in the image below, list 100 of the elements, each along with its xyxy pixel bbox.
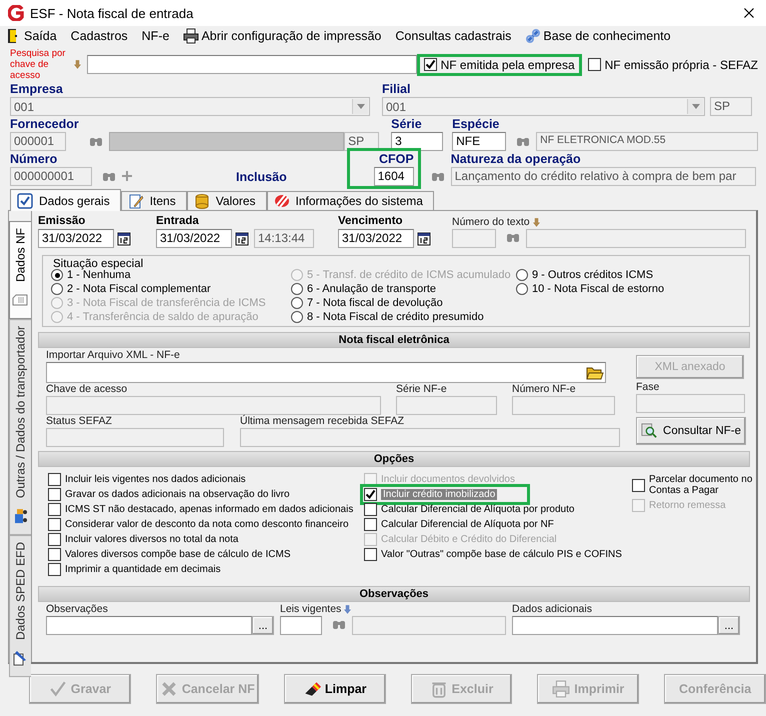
- search-label: Pesquisa por chave de acesso: [10, 48, 66, 81]
- menu-item[interactable]: Consultas cadastrais: [395, 29, 512, 43]
- checkbox-label: ICMS ST não destacado, apenas informado em dados adicionais: [65, 504, 354, 515]
- radio-button[interactable]: [516, 269, 528, 281]
- checkmark-icon: [48, 680, 67, 698]
- date-field[interactable]: 31/03/2022: [38, 229, 114, 248]
- down-arrow-icon: [344, 605, 352, 614]
- printer-icon: [183, 28, 200, 44]
- checkbox-label: Imprimir a quantidade em decimais: [65, 564, 221, 575]
- radio-button[interactable]: [51, 283, 63, 295]
- checkbox[interactable]: [48, 548, 61, 561]
- checkbox[interactable]: [588, 58, 601, 71]
- checkbox[interactable]: [48, 533, 61, 546]
- checkbox[interactable]: [48, 563, 61, 576]
- folder-icon[interactable]: [586, 364, 604, 380]
- radio-label: 9 - Outros créditos ICMS: [532, 269, 654, 281]
- caret-icon: [356, 104, 364, 109]
- checkbox[interactable]: [424, 58, 437, 71]
- field-label: Série NF-e: [396, 383, 448, 396]
- checkbox[interactable]: [364, 488, 377, 501]
- binoculars-icon[interactable]: [430, 170, 445, 182]
- checkbox-label: Retorno remessa: [649, 500, 726, 511]
- consult-button[interactable]: Consultar NF-e: [636, 417, 746, 445]
- notes-field[interactable]: [46, 616, 252, 635]
- tab[interactable]: Valores: [186, 191, 267, 210]
- printer-icon: [552, 680, 570, 698]
- type-field[interactable]: NFE: [452, 132, 506, 151]
- time-field: 14:13:44: [254, 229, 314, 248]
- side-tab[interactable]: Outras / Dados do transportador: [9, 319, 31, 536]
- checkbox[interactable]: [48, 503, 61, 516]
- menu-item[interactable]: Saída: [6, 28, 57, 44]
- radio-label: 1 - Nenhuma: [67, 269, 131, 281]
- checkbox[interactable]: [48, 473, 61, 486]
- calendar-icon[interactable]: [234, 230, 250, 246]
- radio-button[interactable]: [516, 283, 528, 295]
- menu-item[interactable]: Abrir configuração de impressão: [183, 28, 382, 44]
- supplier-code-field[interactable]: 000001: [10, 132, 66, 151]
- radio-button[interactable]: [291, 311, 303, 323]
- field-label: Última mensagem recebida SEFAZ: [240, 415, 405, 428]
- section-header: Opções: [38, 451, 750, 467]
- checkbox-label: Calcular Diferencial de Alíquota por NF: [381, 519, 554, 530]
- menu-item[interactable]: Base de conhecimento: [525, 28, 671, 44]
- checkbox[interactable]: [632, 478, 645, 492]
- search-field[interactable]: [86, 55, 417, 74]
- checkbox-label: Calcular Débito e Crédito do Diferencial: [381, 534, 557, 545]
- additional-data-field[interactable]: [512, 616, 718, 635]
- radio-label: 7 - Nota fiscal de devolução: [307, 297, 443, 309]
- field-label: Número NF-e: [512, 383, 577, 396]
- date-field[interactable]: 31/03/2022: [156, 229, 232, 248]
- field-label: CFOP: [378, 152, 414, 167]
- menu-item[interactable]: NF-e: [142, 29, 170, 43]
- action-button[interactable]: Limpar: [284, 674, 386, 704]
- browse-button[interactable]: ...: [718, 616, 740, 635]
- laws-field[interactable]: [280, 616, 322, 635]
- cross-icon: [160, 680, 178, 698]
- radio-button[interactable]: [51, 269, 63, 281]
- tab[interactable]: Informações do sistema: [266, 191, 434, 210]
- group-title: Situação especial: [51, 258, 146, 270]
- checkbox[interactable]: [364, 548, 377, 561]
- company-dropdown[interactable]: 001: [10, 97, 370, 116]
- side-tab[interactable]: Dados NF: [9, 221, 31, 320]
- side-tab[interactable]: Dados SPED EFD: [9, 535, 31, 678]
- radio-button[interactable]: [291, 283, 303, 295]
- branch-dropdown[interactable]: 001: [382, 97, 705, 116]
- checkbox[interactable]: [48, 518, 61, 531]
- binoculars-icon[interactable]: [516, 135, 530, 147]
- cfop-field[interactable]: 1604: [374, 167, 414, 186]
- calendar-icon[interactable]: [116, 230, 132, 246]
- checkbox-label: Valor "Outras" compõe base de cálculo PIS e COFINS: [381, 549, 622, 560]
- checkbox[interactable]: [48, 488, 61, 501]
- caret-icon: [692, 104, 700, 109]
- window-title: ESF - Nota fiscal de entrada: [30, 6, 194, 20]
- date-field[interactable]: 31/03/2022: [338, 229, 414, 248]
- binoculars-icon[interactable]: [88, 135, 103, 147]
- pencil-icon: [128, 193, 144, 209]
- field-label: Observações: [46, 603, 109, 616]
- chain-link-icon: [525, 28, 542, 44]
- tab[interactable]: Itens: [120, 191, 187, 210]
- stripes-icon: [274, 193, 290, 209]
- calendar-icon[interactable]: [416, 230, 432, 246]
- checkbox-label: Parcelar documento no Contas a Pagar: [649, 474, 753, 496]
- field-label: Filial: [382, 82, 412, 97]
- field-label: Importar Arquivo XML - NF-e: [46, 349, 181, 362]
- radio-button[interactable]: [291, 297, 303, 309]
- note-pencil-icon: [12, 650, 28, 666]
- series-field[interactable]: 3: [391, 132, 444, 151]
- checkbox-label: Gravar os dados adicionais na observação do livro: [65, 489, 290, 500]
- binoculars-icon[interactable]: [102, 170, 116, 182]
- radio-label: 3 - Nota Fiscal de transferência de ICMS: [67, 297, 266, 309]
- checkbox[interactable]: [364, 518, 377, 531]
- tab[interactable]: Dados gerais: [10, 189, 121, 211]
- trash-icon: [430, 680, 448, 698]
- xml-file-field[interactable]: [46, 362, 606, 383]
- checkbox-label: Calcular Diferencial de Alíquota por produto: [381, 504, 574, 515]
- menu-item[interactable]: Cadastros: [70, 29, 128, 43]
- checkbox[interactable]: [364, 503, 377, 516]
- number-field[interactable]: 000000001: [10, 167, 92, 186]
- field-label: Natureza da operação: [450, 152, 582, 167]
- field-label: Status SEFAZ: [46, 415, 113, 428]
- browse-button[interactable]: ...: [252, 616, 274, 635]
